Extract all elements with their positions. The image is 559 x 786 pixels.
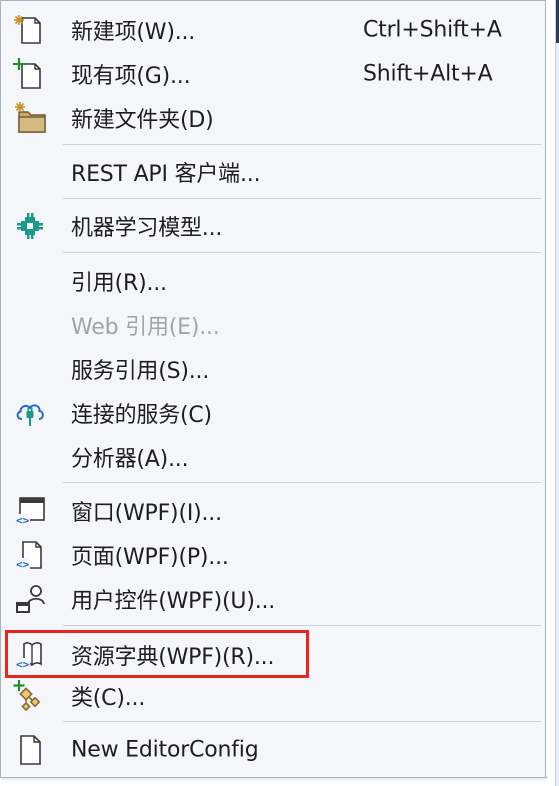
menu-separator xyxy=(63,144,541,145)
menu-item-new-item[interactable]: 新建项(W)... Ctrl+Shift+A xyxy=(1,8,545,52)
menu-item-existing-item[interactable]: 现有项(G)... Shift+Alt+A xyxy=(1,52,545,96)
menu-item-new-folder[interactable]: 新建文件夹(D) xyxy=(1,96,545,140)
menu-item-wpf-user-control[interactable]: 用户控件(WPF)(U)... xyxy=(1,577,545,621)
menu-item-label: 页面(WPF)(P)... xyxy=(71,545,229,570)
wpf-user-control-icon xyxy=(13,582,47,616)
menu-item-analyzer[interactable]: 分析器(A)... xyxy=(1,435,545,479)
menu-item-class[interactable]: 类(C)... xyxy=(1,674,545,718)
menu-item-reference[interactable]: 引用(R)... xyxy=(1,259,545,303)
menu-item-label: 新建项(W)... xyxy=(71,20,196,45)
menu-item-shortcut: Ctrl+Shift+A xyxy=(363,17,502,43)
menu-item-rest-api-client[interactable]: REST API 客户端... xyxy=(1,150,545,194)
svg-text:<>: <> xyxy=(16,514,30,527)
menu-item-shortcut: Shift+Alt+A xyxy=(363,61,493,87)
menu-item-label: New EditorConfig xyxy=(71,737,259,763)
wpf-window-icon: <> xyxy=(13,494,47,528)
svg-text:<>: <> xyxy=(16,558,30,571)
menu-item-label: 新建文件夹(D) xyxy=(71,108,214,133)
new-item-icon xyxy=(13,13,47,47)
menu-separator xyxy=(63,482,541,483)
menu-item-label: 用户控件(WPF)(U)... xyxy=(71,589,276,614)
menu-item-ml-model[interactable]: 机器学习模型... xyxy=(1,204,545,248)
resource-dictionary-icon: <> xyxy=(13,638,47,672)
menu-item-label: 连接的服务(C) xyxy=(71,403,212,428)
menu-item-service-reference[interactable]: 服务引用(S)... xyxy=(1,347,545,391)
menu-item-label: 引用(R)... xyxy=(71,271,167,296)
svg-text:<>: <> xyxy=(16,658,30,671)
menu-item-connected-service[interactable]: 连接的服务(C) xyxy=(1,391,545,435)
menu-item-label: 资源字典(WPF)(R)... xyxy=(71,645,275,670)
menu-item-wpf-page[interactable]: <> 页面(WPF)(P)... xyxy=(1,533,545,577)
menu-item-label: REST API 客户端... xyxy=(71,162,261,187)
menu-item-resource-dictionary[interactable]: <> 资源字典(WPF)(R)... xyxy=(1,633,545,677)
new-folder-icon xyxy=(13,101,47,135)
window-edge xyxy=(555,0,559,786)
menu-item-label: Web 引用(E)... xyxy=(71,315,220,340)
editorconfig-file-icon xyxy=(13,733,47,767)
menu-item-web-reference: Web 引用(E)... xyxy=(1,303,545,347)
menu-separator xyxy=(63,198,541,199)
add-class-icon xyxy=(13,679,47,713)
menu-separator xyxy=(63,252,541,253)
menu-separator xyxy=(63,625,541,626)
menu-item-label: 类(C)... xyxy=(71,686,146,711)
menu-item-new-editorconfig[interactable]: New EditorConfig xyxy=(1,728,545,772)
menu-item-label: 窗口(WPF)(I)... xyxy=(71,501,222,526)
menu-separator xyxy=(63,721,541,722)
menu-item-label: 服务引用(S)... xyxy=(71,359,210,384)
menu-item-label: 现有项(G)... xyxy=(71,64,191,89)
wpf-page-icon: <> xyxy=(13,538,47,572)
connected-service-cloud-icon xyxy=(13,396,47,430)
ml-model-icon xyxy=(13,209,47,243)
existing-item-icon xyxy=(13,57,47,91)
menu-item-wpf-window[interactable]: <> 窗口(WPF)(I)... xyxy=(1,489,545,533)
menu-item-label: 机器学习模型... xyxy=(71,216,223,241)
add-submenu: 新建项(W)... Ctrl+Shift+A 现有项(G)... Shift+A… xyxy=(0,0,546,778)
menu-item-label: 分析器(A)... xyxy=(71,447,189,472)
